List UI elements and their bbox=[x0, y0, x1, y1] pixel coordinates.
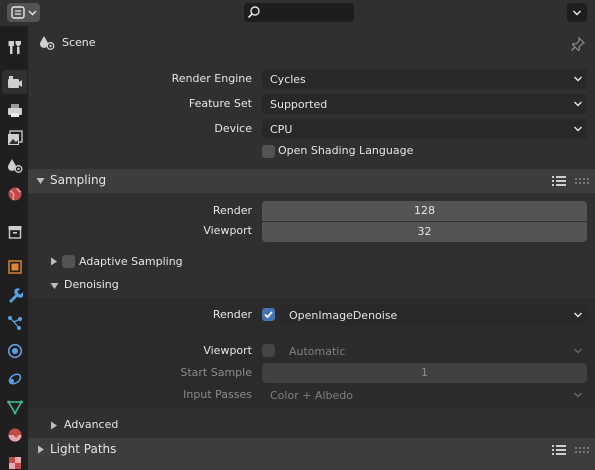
tab-output[interactable] bbox=[2, 98, 27, 122]
viewport-denoiser-dropdown[interactable]: Automatic bbox=[281, 341, 587, 361]
device-value: CPU bbox=[270, 123, 293, 136]
pin-icon[interactable] bbox=[570, 36, 586, 52]
input-passes-label: Input Passes bbox=[183, 388, 252, 401]
particles-icon bbox=[8, 316, 22, 330]
tab-material[interactable] bbox=[2, 423, 27, 447]
start-sample-field[interactable]: 1 bbox=[262, 363, 587, 383]
denoiser-dropdown[interactable]: OpenImageDenoise bbox=[281, 305, 587, 325]
chevron-down-icon bbox=[574, 348, 582, 354]
light-paths-title: Light Paths bbox=[50, 442, 117, 456]
scene-icon bbox=[8, 159, 23, 173]
drag-handle-icon[interactable] bbox=[575, 446, 589, 454]
light-paths-panel-header[interactable]: Light Paths bbox=[28, 438, 595, 470]
triangle-down-icon bbox=[50, 283, 59, 289]
checkmark-icon bbox=[264, 311, 273, 319]
tab-object[interactable] bbox=[2, 255, 27, 279]
mesh-data-icon bbox=[7, 400, 23, 415]
search-input[interactable] bbox=[244, 3, 354, 22]
tab-view-layer[interactable] bbox=[2, 126, 27, 150]
viewport-denoiser-value: Automatic bbox=[289, 345, 346, 358]
render-engine-label: Render Engine bbox=[171, 72, 252, 85]
input-passes-dropdown[interactable]: Color + Albedo bbox=[262, 385, 587, 405]
chevron-down-icon bbox=[574, 312, 582, 318]
triangle-right-icon bbox=[51, 421, 57, 430]
denoising-title: Denoising bbox=[64, 278, 119, 291]
denoiser-value: OpenImageDenoise bbox=[289, 309, 398, 322]
advanced-label: Advanced bbox=[64, 418, 119, 431]
sampling-viewport-field[interactable]: 32 bbox=[262, 222, 587, 242]
chevron-down-icon bbox=[574, 126, 582, 132]
properties-tabs bbox=[0, 26, 28, 470]
physics-icon bbox=[7, 343, 23, 359]
device-dropdown[interactable]: CPU bbox=[262, 119, 587, 139]
properties-editor-icon bbox=[11, 6, 37, 19]
drag-handle-icon[interactable] bbox=[575, 177, 589, 185]
tab-world[interactable] bbox=[2, 182, 27, 206]
tab-scene[interactable] bbox=[2, 154, 27, 178]
render-engine-dropdown[interactable]: Cycles bbox=[262, 69, 587, 89]
render-engine-value: Cycles bbox=[270, 73, 306, 86]
view-layer-icon bbox=[8, 130, 23, 145]
device-label: Device bbox=[214, 122, 252, 135]
input-passes-value: Color + Albedo bbox=[270, 389, 353, 402]
presets-icon[interactable] bbox=[551, 174, 567, 188]
presets-icon[interactable] bbox=[551, 443, 567, 457]
feature-set-label: Feature Set bbox=[188, 97, 252, 110]
tab-texture[interactable] bbox=[2, 451, 27, 470]
properties-main: Scene Render Engine Cycles Feature Set S… bbox=[28, 26, 595, 470]
tab-data[interactable] bbox=[2, 395, 27, 419]
tab-physics[interactable] bbox=[2, 339, 27, 363]
properties-header bbox=[0, 0, 595, 26]
osl-label: Open Shading Language bbox=[278, 144, 414, 157]
wrench-icon bbox=[9, 288, 23, 303]
denoising-header[interactable]: Denoising bbox=[28, 274, 595, 296]
sampling-render-label: Render bbox=[212, 204, 252, 217]
texture-icon bbox=[9, 457, 21, 469]
object-icon bbox=[8, 260, 22, 274]
tab-particles[interactable] bbox=[2, 311, 27, 335]
tool-icon bbox=[8, 41, 21, 54]
editor-type-button[interactable] bbox=[7, 3, 40, 22]
options-dropdown[interactable] bbox=[567, 3, 587, 22]
denoise-render-checkbox[interactable] bbox=[262, 308, 275, 321]
tab-constraints[interactable] bbox=[2, 367, 27, 391]
tab-render[interactable] bbox=[2, 70, 27, 94]
triangle-down-icon bbox=[36, 178, 45, 184]
tab-tool[interactable] bbox=[2, 35, 27, 59]
feature-set-dropdown[interactable]: Supported bbox=[262, 94, 587, 114]
advanced-header[interactable]: Advanced bbox=[28, 414, 595, 436]
tab-modifiers[interactable] bbox=[2, 283, 27, 307]
material-icon bbox=[8, 428, 22, 442]
sampling-panel-header[interactable]: Sampling bbox=[28, 169, 595, 193]
triangle-right-icon bbox=[51, 257, 57, 266]
chevron-down-icon bbox=[574, 76, 582, 82]
chevron-down-icon bbox=[572, 10, 582, 16]
world-icon bbox=[8, 187, 22, 201]
osl-checkbox[interactable] bbox=[262, 145, 275, 158]
adaptive-sampling-checkbox[interactable] bbox=[62, 255, 75, 268]
sampling-render-field[interactable]: 128 bbox=[262, 201, 587, 221]
sampling-title: Sampling bbox=[50, 173, 107, 187]
output-icon bbox=[8, 104, 22, 117]
constraints-icon bbox=[8, 373, 22, 385]
context-title: Scene bbox=[62, 36, 96, 49]
denoise-viewport-checkbox[interactable] bbox=[262, 344, 275, 357]
scene-icon bbox=[40, 36, 55, 50]
tab-collection[interactable] bbox=[2, 220, 27, 244]
adaptive-sampling-label: Adaptive Sampling bbox=[79, 255, 183, 268]
context-breadcrumb: Scene bbox=[28, 26, 595, 60]
collection-icon bbox=[8, 226, 22, 239]
search-icon bbox=[247, 6, 260, 19]
sampling-viewport-label: Viewport bbox=[203, 224, 252, 237]
adaptive-sampling-header[interactable]: Adaptive Sampling bbox=[28, 250, 595, 272]
denoise-viewport-label: Viewport bbox=[203, 344, 252, 357]
render-icon bbox=[8, 76, 22, 88]
chevron-down-icon bbox=[574, 392, 582, 398]
start-sample-label: Start Sample bbox=[180, 366, 252, 379]
triangle-right-icon bbox=[38, 445, 44, 454]
denoise-render-label: Render bbox=[212, 308, 252, 321]
feature-set-value: Supported bbox=[270, 98, 328, 111]
chevron-down-icon bbox=[574, 101, 582, 107]
